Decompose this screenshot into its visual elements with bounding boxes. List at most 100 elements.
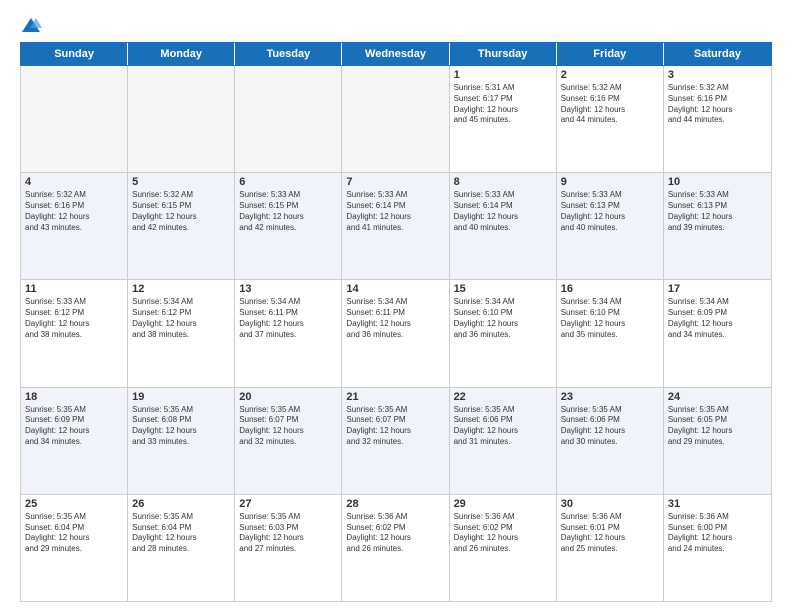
cell-info: Sunrise: 5:32 AM Sunset: 6:15 PM Dayligh… — [132, 190, 230, 233]
calendar-cell: 31 Sunrise: 5:36 AM Sunset: 6:00 PM Dayli… — [664, 495, 771, 601]
day-number: 8 — [454, 176, 552, 188]
day-number: 19 — [132, 391, 230, 403]
cell-info: Sunrise: 5:32 AM Sunset: 6:16 PM Dayligh… — [561, 83, 659, 126]
calendar-week: 18 Sunrise: 5:35 AM Sunset: 6:09 PM Dayli… — [21, 388, 771, 495]
day-number: 27 — [239, 498, 337, 510]
cell-info: Sunrise: 5:34 AM Sunset: 6:12 PM Dayligh… — [132, 297, 230, 340]
cell-info: Sunrise: 5:33 AM Sunset: 6:12 PM Dayligh… — [25, 297, 123, 340]
calendar-cell: 23 Sunrise: 5:35 AM Sunset: 6:06 PM Dayli… — [557, 388, 664, 494]
calendar-cell: 8Sunrise: 5:33 AM Sunset: 6:14 PM Daylig… — [450, 173, 557, 279]
day-number: 26 — [132, 498, 230, 510]
calendar-cell: 27Sunrise: 5:35 AM Sunset: 6:03 PM Dayli… — [235, 495, 342, 601]
calendar-cell: 15 Sunrise: 5:34 AM Sunset: 6:10 PM Dayli… — [450, 280, 557, 386]
day-number: 22 — [454, 391, 552, 403]
cell-info: Sunrise: 5:33 AM Sunset: 6:13 PM Dayligh… — [668, 190, 767, 233]
calendar-week: 25 Sunrise: 5:35 AM Sunset: 6:04 PM Dayli… — [21, 495, 771, 601]
calendar: SundayMondayTuesdayWednesdayThursdayFrid… — [20, 42, 772, 602]
day-number: 9 — [561, 176, 659, 188]
weekday-header: Sunday — [21, 43, 128, 65]
calendar-cell: 2Sunrise: 5:32 AM Sunset: 6:16 PM Daylig… — [557, 66, 664, 172]
day-number: 3 — [668, 69, 767, 81]
calendar-cell: 28Sunrise: 5:36 AM Sunset: 6:02 PM Dayli… — [342, 495, 449, 601]
cell-info: Sunrise: 5:33 AM Sunset: 6:15 PM Dayligh… — [239, 190, 337, 233]
day-number: 1 — [454, 69, 552, 81]
calendar-cell: 19Sunrise: 5:35 AM Sunset: 6:08 PM Dayli… — [128, 388, 235, 494]
cell-info: Sunrise: 5:31 AM Sunset: 6:17 PM Dayligh… — [454, 83, 552, 126]
calendar-cell — [128, 66, 235, 172]
calendar-week: 1 Sunrise: 5:31 AM Sunset: 6:17 PM Daylig… — [21, 66, 771, 173]
calendar-cell: 1 Sunrise: 5:31 AM Sunset: 6:17 PM Daylig… — [450, 66, 557, 172]
calendar-cell: 24 Sunrise: 5:35 AM Sunset: 6:05 PM Dayli… — [664, 388, 771, 494]
cell-info: Sunrise: 5:35 AM Sunset: 6:06 PM Dayligh… — [561, 405, 659, 448]
weekday-header: Friday — [557, 43, 664, 65]
cell-info: Sunrise: 5:36 AM Sunset: 6:00 PM Dayligh… — [668, 512, 767, 555]
logo-icon — [20, 16, 42, 34]
calendar-cell: 22Sunrise: 5:35 AM Sunset: 6:06 PM Dayli… — [450, 388, 557, 494]
cell-info: Sunrise: 5:33 AM Sunset: 6:13 PM Dayligh… — [561, 190, 659, 233]
cell-info: Sunrise: 5:34 AM Sunset: 6:09 PM Dayligh… — [668, 297, 767, 340]
day-number: 30 — [561, 498, 659, 510]
day-number: 16 — [561, 283, 659, 295]
calendar-body: 1 Sunrise: 5:31 AM Sunset: 6:17 PM Daylig… — [20, 66, 772, 602]
calendar-cell: 29 Sunrise: 5:36 AM Sunset: 6:02 PM Dayli… — [450, 495, 557, 601]
cell-info: Sunrise: 5:35 AM Sunset: 6:09 PM Dayligh… — [25, 405, 123, 448]
day-number: 15 — [454, 283, 552, 295]
calendar-cell: 13Sunrise: 5:34 AM Sunset: 6:11 PM Dayli… — [235, 280, 342, 386]
day-number: 4 — [25, 176, 123, 188]
weekday-header: Thursday — [450, 43, 557, 65]
calendar-cell: 30 Sunrise: 5:36 AM Sunset: 6:01 PM Dayli… — [557, 495, 664, 601]
calendar-cell: 25 Sunrise: 5:35 AM Sunset: 6:04 PM Dayli… — [21, 495, 128, 601]
calendar-cell: 21 Sunrise: 5:35 AM Sunset: 6:07 PM Dayli… — [342, 388, 449, 494]
cell-info: Sunrise: 5:34 AM Sunset: 6:10 PM Dayligh… — [454, 297, 552, 340]
day-number: 21 — [346, 391, 444, 403]
day-number: 10 — [668, 176, 767, 188]
calendar-cell — [21, 66, 128, 172]
day-number: 18 — [25, 391, 123, 403]
cell-info: Sunrise: 5:35 AM Sunset: 6:05 PM Dayligh… — [668, 405, 767, 448]
calendar-cell: 18 Sunrise: 5:35 AM Sunset: 6:09 PM Dayli… — [21, 388, 128, 494]
day-number: 20 — [239, 391, 337, 403]
cell-info: Sunrise: 5:35 AM Sunset: 6:04 PM Dayligh… — [25, 512, 123, 555]
cell-info: Sunrise: 5:35 AM Sunset: 6:04 PM Dayligh… — [132, 512, 230, 555]
calendar-week: 4 Sunrise: 5:32 AM Sunset: 6:16 PM Daylig… — [21, 173, 771, 280]
cell-info: Sunrise: 5:32 AM Sunset: 6:16 PM Dayligh… — [25, 190, 123, 233]
calendar-cell: 4 Sunrise: 5:32 AM Sunset: 6:16 PM Daylig… — [21, 173, 128, 279]
logo-area — [20, 16, 50, 34]
calendar-cell — [235, 66, 342, 172]
day-number: 24 — [668, 391, 767, 403]
calendar-cell: 26 Sunrise: 5:35 AM Sunset: 6:04 PM Dayli… — [128, 495, 235, 601]
calendar-cell: 3 Sunrise: 5:32 AM Sunset: 6:16 PM Daylig… — [664, 66, 771, 172]
cell-info: Sunrise: 5:35 AM Sunset: 6:07 PM Dayligh… — [239, 405, 337, 448]
calendar-header: SundayMondayTuesdayWednesdayThursdayFrid… — [20, 42, 772, 66]
cell-info: Sunrise: 5:36 AM Sunset: 6:02 PM Dayligh… — [454, 512, 552, 555]
calendar-cell: 9 Sunrise: 5:33 AM Sunset: 6:13 PM Daylig… — [557, 173, 664, 279]
day-number: 23 — [561, 391, 659, 403]
calendar-week: 11 Sunrise: 5:33 AM Sunset: 6:12 PM Dayli… — [21, 280, 771, 387]
weekday-header: Tuesday — [235, 43, 342, 65]
calendar-cell: 6 Sunrise: 5:33 AM Sunset: 6:15 PM Daylig… — [235, 173, 342, 279]
calendar-cell: 12Sunrise: 5:34 AM Sunset: 6:12 PM Dayli… — [128, 280, 235, 386]
day-number: 11 — [25, 283, 123, 295]
calendar-cell: 7Sunrise: 5:33 AM Sunset: 6:14 PM Daylig… — [342, 173, 449, 279]
header — [20, 16, 772, 34]
cell-info: Sunrise: 5:33 AM Sunset: 6:14 PM Dayligh… — [346, 190, 444, 233]
day-number: 14 — [346, 283, 444, 295]
cell-info: Sunrise: 5:32 AM Sunset: 6:16 PM Dayligh… — [668, 83, 767, 126]
calendar-cell — [342, 66, 449, 172]
weekday-header: Monday — [128, 43, 235, 65]
cell-info: Sunrise: 5:35 AM Sunset: 6:07 PM Dayligh… — [346, 405, 444, 448]
day-number: 5 — [132, 176, 230, 188]
calendar-cell: 16Sunrise: 5:34 AM Sunset: 6:10 PM Dayli… — [557, 280, 664, 386]
day-number: 25 — [25, 498, 123, 510]
day-number: 29 — [454, 498, 552, 510]
weekday-header: Saturday — [664, 43, 771, 65]
day-number: 28 — [346, 498, 444, 510]
day-number: 31 — [668, 498, 767, 510]
cell-info: Sunrise: 5:34 AM Sunset: 6:11 PM Dayligh… — [346, 297, 444, 340]
cell-info: Sunrise: 5:36 AM Sunset: 6:01 PM Dayligh… — [561, 512, 659, 555]
calendar-cell: 11 Sunrise: 5:33 AM Sunset: 6:12 PM Dayli… — [21, 280, 128, 386]
calendar-cell: 10 Sunrise: 5:33 AM Sunset: 6:13 PM Dayli… — [664, 173, 771, 279]
logo — [20, 16, 50, 34]
calendar-cell: 14 Sunrise: 5:34 AM Sunset: 6:11 PM Dayli… — [342, 280, 449, 386]
day-number: 6 — [239, 176, 337, 188]
